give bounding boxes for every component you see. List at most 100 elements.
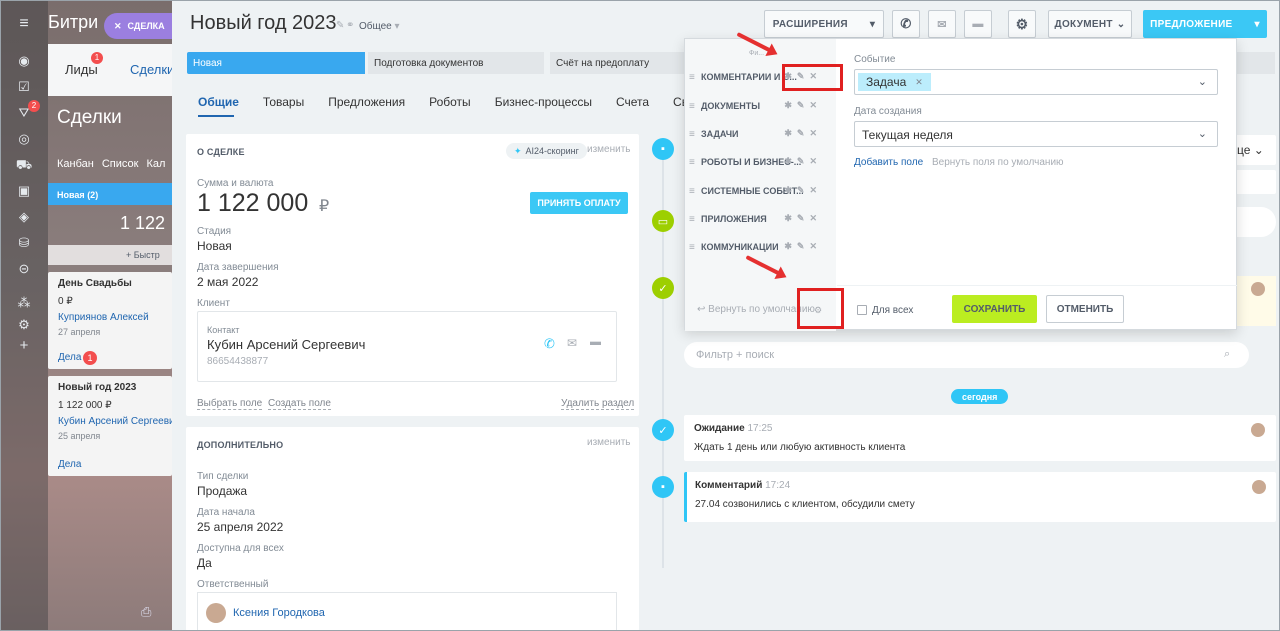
stage-new[interactable]: Новая (187, 52, 365, 74)
card-title[interactable]: День Свадьбы (58, 278, 132, 289)
rail-shop-icon[interactable]: ⛟ (15, 158, 33, 172)
drag-handle-icon[interactable]: ≡ (689, 214, 698, 225)
card-tasks[interactable]: Дела (58, 352, 81, 363)
comment-type-icon[interactable]: ▪ (652, 138, 674, 160)
preset-actions-icon[interactable]: ✱✎✕ (784, 185, 822, 196)
phone-icon[interactable]: ✆ (544, 336, 555, 352)
print-icon[interactable]: ⎙ (141, 604, 151, 620)
preset-item[interactable]: ≡ ПРИЛОЖЕНИЯ ✱✎✕ (689, 209, 822, 229)
for-all-checkbox[interactable] (857, 305, 867, 315)
rail-settings-icon[interactable]: ⚙ (15, 318, 33, 332)
drag-handle-icon[interactable]: ≡ (689, 101, 698, 112)
rail-add-icon[interactable]: + (15, 338, 33, 353)
close-icon[interactable]: ✕ (114, 21, 122, 32)
edit-title-icon[interactable]: ✎ (336, 20, 344, 31)
view-kanban[interactable]: Канбан (57, 158, 94, 170)
mail-icon[interactable]: ✉ (567, 336, 577, 350)
card-client[interactable]: Кубин Арсений Сергеевич (58, 416, 180, 427)
cancel-button[interactable]: ОТМЕНИТЬ (1046, 295, 1124, 323)
drag-handle-icon[interactable]: ≡ (689, 186, 698, 197)
deal-title[interactable]: Новый год 2023 (190, 12, 337, 35)
select-field-link[interactable]: Выбрать поле (197, 393, 263, 411)
stage-docs[interactable]: Подготовка документов (368, 52, 544, 74)
rail-tasks-icon[interactable]: ☑ (15, 80, 33, 94)
preset-item[interactable]: ≡ ДОКУМЕНТЫ ✱✎✕ (689, 96, 822, 116)
view-list[interactable]: Список (102, 158, 139, 170)
add-field-link[interactable]: Добавить поле (854, 157, 923, 168)
phone-button[interactable]: ✆ (892, 10, 920, 38)
about-edit-link[interactable]: изменить (587, 144, 631, 155)
preset-actions-icon[interactable]: ✱✎✕ (784, 100, 822, 111)
rail-robot-icon[interactable]: ◈ (15, 210, 33, 224)
drag-handle-icon[interactable]: ≡ (689, 129, 698, 140)
rail-structure-icon[interactable]: ⁂ (15, 296, 33, 310)
chat-button[interactable]: ▬ (964, 10, 992, 38)
filter-input[interactable]: Фильтр + поиск ⌕ (684, 342, 1249, 368)
create-field-link[interactable]: Создать поле (268, 393, 331, 411)
preset-item[interactable]: ≡ КОММУНИКАЦИИ ✱✎✕ (689, 237, 822, 257)
mail-button[interactable]: ✉ (928, 10, 956, 38)
preset-item[interactable]: ≡ РОБОТЫ И БИЗНЕС-... ✱✎✕ (689, 152, 822, 172)
search-icon[interactable]: ⌕ (1224, 348, 1230, 361)
timeline-event[interactable]: Комментарий 17:24 27.04 созвонились с кл… (684, 472, 1276, 522)
tab-products[interactable]: Товары (263, 95, 304, 111)
category-select[interactable]: Общее ▾ (359, 21, 400, 32)
proposal-button[interactable]: ПРЕДЛОЖЕНИЕ ▾ (1143, 10, 1267, 38)
preset-actions-icon[interactable]: ✱✎✕ (784, 241, 822, 252)
view-calendar[interactable]: Кал (146, 158, 165, 170)
deal-chip[interactable]: ✕ СДЕЛКА (104, 13, 172, 39)
owner-name[interactable]: Ксения Городкова (233, 607, 325, 619)
ai-scoring-chip[interactable]: ✦ AI24-скоринг (506, 143, 587, 159)
card-client[interactable]: Куприянов Алексей (58, 312, 149, 323)
close-icon[interactable]: ✕ (915, 77, 923, 88)
kanban-card[interactable]: День Свадьбы 0 ₽ Куприянов Алексей 27 ап… (48, 272, 172, 369)
rail-feed-icon[interactable]: ◉ (15, 54, 33, 68)
tab-offers[interactable]: Предложения (328, 95, 405, 111)
tab-robots[interactable]: Роботы (429, 95, 471, 111)
date-select[interactable]: Текущая неделя ⌄ (854, 121, 1218, 147)
contact-phone[interactable]: 86654438877 (207, 356, 268, 367)
contact-name[interactable]: Кубин Арсений Сергеевич (207, 337, 365, 352)
tab-general[interactable]: Общие (198, 95, 239, 111)
tab-leads[interactable]: Лиды (65, 62, 98, 77)
stage-invoice[interactable]: Счёт на предоплату (550, 52, 684, 74)
rail-down-icon[interactable]: ⊝ (15, 262, 33, 276)
tab-invoices[interactable]: Счета (616, 95, 649, 111)
wait-type-icon[interactable]: ✓ (652, 419, 674, 441)
extra-edit-link[interactable]: изменить (587, 437, 631, 448)
rail-db-icon[interactable]: ⛁ (15, 236, 33, 250)
card-tasks[interactable]: Дела (58, 459, 81, 470)
reset-fields-link[interactable]: Вернуть поля по умолчанию (932, 157, 1064, 168)
preset-actions-icon[interactable]: ✱✎✕ (784, 213, 822, 224)
preset-actions-icon[interactable]: ✱✎✕ (784, 156, 822, 167)
menu-icon[interactable]: ≡ (15, 16, 33, 32)
task-type-icon[interactable]: ✓ (652, 277, 674, 299)
chat-icon[interactable]: ▬ (590, 336, 601, 348)
tab-bp[interactable]: Бизнес-процессы (495, 95, 592, 111)
timeline-event[interactable]: Ожидание 17:25 Ждать 1 день или любую ак… (684, 415, 1276, 461)
event-tag[interactable]: Задача ✕ (858, 73, 931, 91)
stage-more[interactable] (1237, 52, 1275, 74)
link-icon[interactable]: ⚭ (346, 20, 354, 31)
drag-handle-icon[interactable]: ≡ (689, 242, 698, 253)
kanban-card[interactable]: Новый год 2023 1 122 000 ₽ Кубин Арсений… (48, 376, 180, 476)
card-title[interactable]: Новый год 2023 (58, 382, 136, 393)
comment-type-icon[interactable]: ▪ (652, 476, 674, 498)
preset-actions-icon[interactable]: ✱✎✕ (784, 128, 822, 139)
tab-deals[interactable]: Сделки (130, 62, 174, 77)
rail-sites-icon[interactable]: ◎ (15, 132, 33, 146)
drag-handle-icon[interactable]: ≡ (689, 157, 698, 168)
drag-handle-icon[interactable]: ≡ (689, 72, 698, 83)
extensions-button[interactable]: РАСШИРЕНИЯ ▾ (764, 10, 884, 38)
chat-type-icon[interactable]: ▭ (652, 210, 674, 232)
settings-button[interactable]: ⚙ (1008, 10, 1036, 38)
preset-item[interactable]: ≡ СИСТЕМНЫЕ СОБЫТ... ✱✎✕ (689, 181, 822, 201)
accept-payment-button[interactable]: ПРИНЯТЬ ОПЛАТУ (530, 192, 628, 214)
quick-add[interactable]: + Быстр (48, 245, 172, 265)
document-button[interactable]: ДОКУМЕНТ ⌄ (1048, 10, 1132, 38)
delete-section-link[interactable]: Удалить раздел (561, 393, 635, 411)
rail-contacts-icon[interactable]: ▣ (15, 184, 33, 198)
save-button[interactable]: СОХРАНИТЬ (952, 295, 1037, 323)
preset-item[interactable]: ≡ ЗАДАЧИ ✱✎✕ (689, 124, 822, 144)
event-select[interactable]: Задача ✕ ⌄ (854, 69, 1218, 95)
